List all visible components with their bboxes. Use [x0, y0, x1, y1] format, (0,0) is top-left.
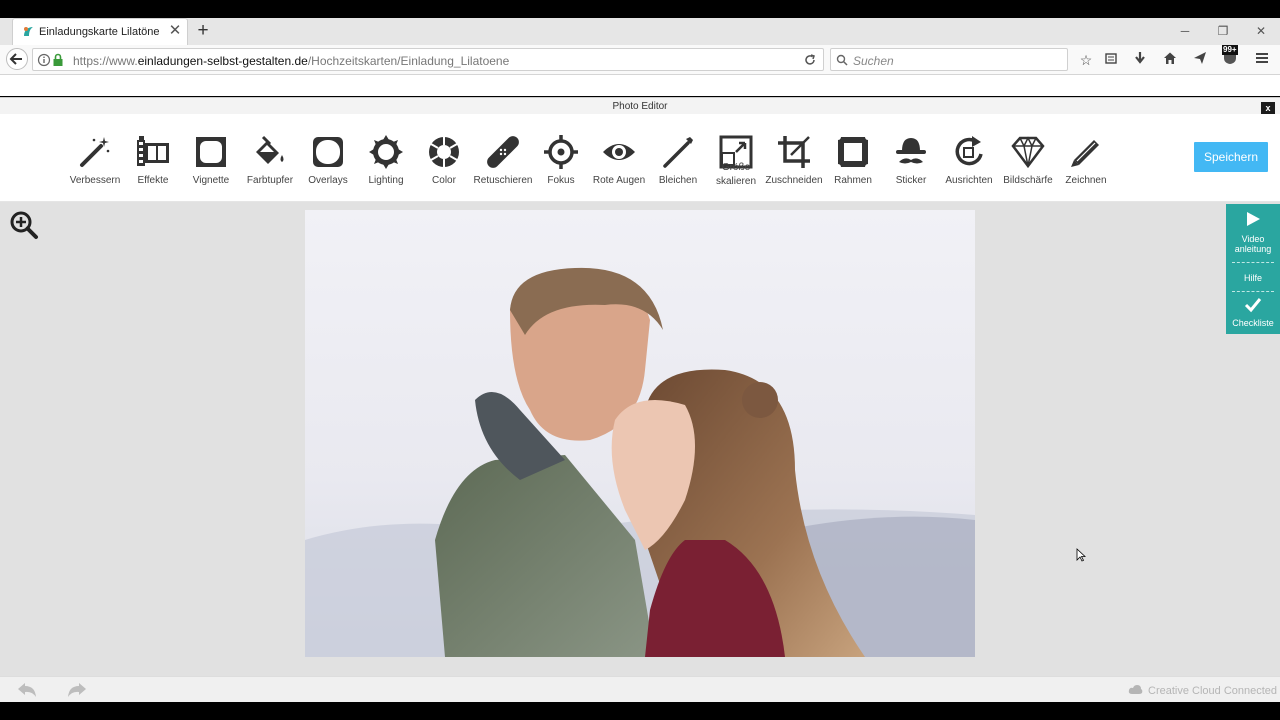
- tool-ausrichten[interactable]: Ausrichten: [939, 114, 999, 202]
- tool-zuschneiden[interactable]: Zuschneiden: [764, 114, 824, 202]
- undo-icon[interactable]: [16, 681, 38, 699]
- tool-color[interactable]: Color: [414, 114, 474, 202]
- creative-cloud-icon: [1128, 685, 1143, 694]
- restore-icon[interactable]: ❐: [1211, 20, 1235, 42]
- tool-label: Zeichnen: [1065, 175, 1107, 186]
- tool-rahmen[interactable]: Rahmen: [823, 114, 883, 202]
- help-link[interactable]: Hilfe: [1226, 273, 1280, 283]
- save-button[interactable]: Speichern: [1194, 142, 1268, 172]
- browser-tab[interactable]: Einladungskarte Lilatöne ✕: [12, 18, 188, 45]
- tool-lighting[interactable]: Lighting: [356, 114, 416, 202]
- mouse-cursor-icon: [1076, 548, 1086, 562]
- paint-bucket-icon: [256, 135, 284, 164]
- creative-cloud-status: Creative Cloud Connected: [1148, 685, 1278, 697]
- tool-rote-augen[interactable]: Rote Augen: [589, 114, 649, 202]
- tool-sticker[interactable]: Sticker: [881, 114, 941, 202]
- video-guide-link[interactable]: Video anleitung: [1226, 234, 1280, 254]
- search-icon: [836, 54, 848, 66]
- editor-canvas: Video anleitung Hilfe Checkliste: [0, 202, 1280, 676]
- lock-icon: [53, 53, 63, 66]
- vignette-icon: [196, 137, 226, 167]
- reading-list-icon[interactable]: [1100, 49, 1122, 71]
- overlay-icon: [313, 137, 343, 167]
- aperture-icon: [429, 137, 459, 167]
- window-close-icon[interactable]: ✕: [1249, 20, 1273, 42]
- minimize-icon[interactable]: ─: [1173, 20, 1197, 42]
- pencil-icon: [1071, 140, 1099, 167]
- search-field[interactable]: Suchen: [830, 48, 1068, 71]
- tool-farbtupfer[interactable]: Farbtupfer: [240, 114, 300, 202]
- page-background: [0, 75, 1280, 96]
- tool-effekte[interactable]: Effekte: [123, 114, 183, 202]
- help-panel: Video anleitung Hilfe Checkliste: [1226, 204, 1280, 334]
- new-tab-button[interactable]: +: [194, 20, 212, 42]
- editable-photo[interactable]: [305, 210, 975, 657]
- tool-retuschieren[interactable]: Retuschieren: [473, 114, 533, 202]
- focus-icon: [544, 135, 578, 169]
- tool-bildschaerfe[interactable]: Bildschärfe: [998, 114, 1058, 202]
- bandage-icon: [487, 136, 519, 168]
- bookmark-star-icon[interactable]: ☆: [1075, 49, 1097, 71]
- menu-icon[interactable]: [1251, 49, 1273, 71]
- browser-titlebar: [0, 18, 1280, 45]
- wand-icon: [663, 137, 693, 168]
- tool-overlays[interactable]: Overlays: [298, 114, 358, 202]
- reload-icon[interactable]: [803, 53, 817, 67]
- tool-bleichen[interactable]: Bleichen: [648, 114, 708, 202]
- navigation-bar: https://www.einladungen-selbst-gestalten…: [0, 45, 1280, 75]
- back-button[interactable]: [6, 48, 28, 70]
- eye-icon: [603, 144, 635, 160]
- download-icon[interactable]: [1129, 49, 1151, 71]
- tab-close-icon[interactable]: ✕: [167, 22, 183, 40]
- address-bar[interactable]: https://www.einladungen-selbst-gestalten…: [32, 48, 824, 71]
- info-icon[interactable]: [37, 53, 51, 67]
- tab-title: Einladungskarte Lilatöne: [39, 26, 160, 38]
- home-icon[interactable]: [1159, 49, 1181, 71]
- editor-close-button[interactable]: x: [1261, 102, 1275, 114]
- url-text: https://www.einladungen-selbst-gestalten…: [73, 54, 510, 68]
- extension-icon[interactable]: 99+: [1219, 45, 1241, 71]
- rotate-icon: [955, 136, 983, 166]
- favicon-icon: [24, 27, 33, 36]
- checkmark-icon[interactable]: [1244, 296, 1262, 314]
- divider: [1232, 291, 1274, 292]
- film-icon: [137, 136, 169, 166]
- diamond-icon: [1011, 136, 1045, 169]
- crop-icon: [778, 136, 810, 168]
- search-placeholder: Suchen: [853, 54, 894, 68]
- play-icon[interactable]: [1244, 210, 1262, 228]
- tool-vignette[interactable]: Vignette: [181, 114, 241, 202]
- back-arrow-icon: [9, 53, 22, 65]
- checklist-link[interactable]: Checkliste: [1226, 318, 1280, 328]
- editor-toolbar: Verbessern Effekte Vignette Farbtupfer O…: [0, 114, 1280, 202]
- tool-groesse-skalieren[interactable]: Größe skalieren: [706, 114, 766, 202]
- tool-zeichnen[interactable]: Zeichnen: [1056, 114, 1116, 202]
- zoom-in-icon[interactable]: [9, 210, 39, 240]
- send-icon[interactable]: [1189, 49, 1211, 71]
- magic-wand-icon: [80, 137, 110, 167]
- notification-badge: 99+: [1222, 45, 1238, 55]
- tool-verbessern[interactable]: Verbessern: [65, 114, 125, 202]
- redo-icon[interactable]: [66, 681, 88, 699]
- editor-footer: Creative Cloud Connected: [0, 676, 1280, 702]
- frame-icon: [835, 134, 871, 170]
- divider: [1232, 262, 1274, 263]
- hat-mustache-icon: [896, 138, 926, 164]
- editor-titlebar: Photo Editor x: [0, 97, 1280, 114]
- sun-icon: [369, 135, 403, 169]
- editor-title: Photo Editor: [612, 101, 668, 112]
- tool-fokus[interactable]: Fokus: [531, 114, 591, 202]
